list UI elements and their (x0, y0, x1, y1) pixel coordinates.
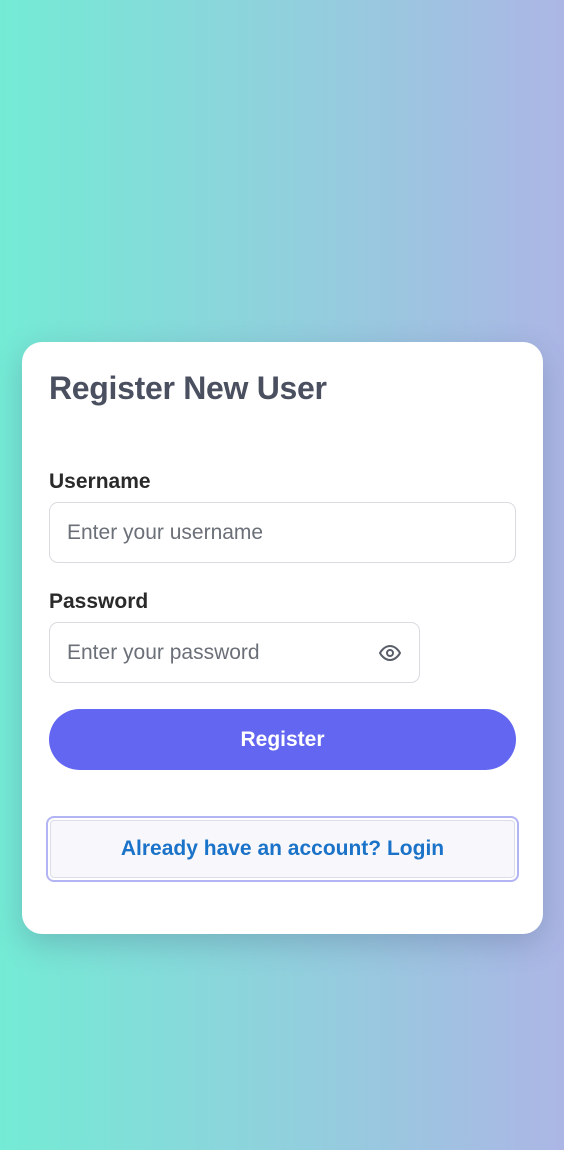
username-input[interactable] (49, 502, 516, 563)
register-button[interactable]: Register (49, 709, 516, 770)
register-card: Register New User Username Password Regi… (22, 342, 543, 934)
password-label: Password (49, 590, 149, 613)
login-link-button[interactable]: Already have an account? Login (46, 816, 519, 882)
username-label: Username (49, 470, 151, 493)
page-title: Register New User (49, 370, 327, 406)
password-input[interactable] (49, 622, 420, 683)
eye-icon[interactable] (378, 641, 402, 665)
